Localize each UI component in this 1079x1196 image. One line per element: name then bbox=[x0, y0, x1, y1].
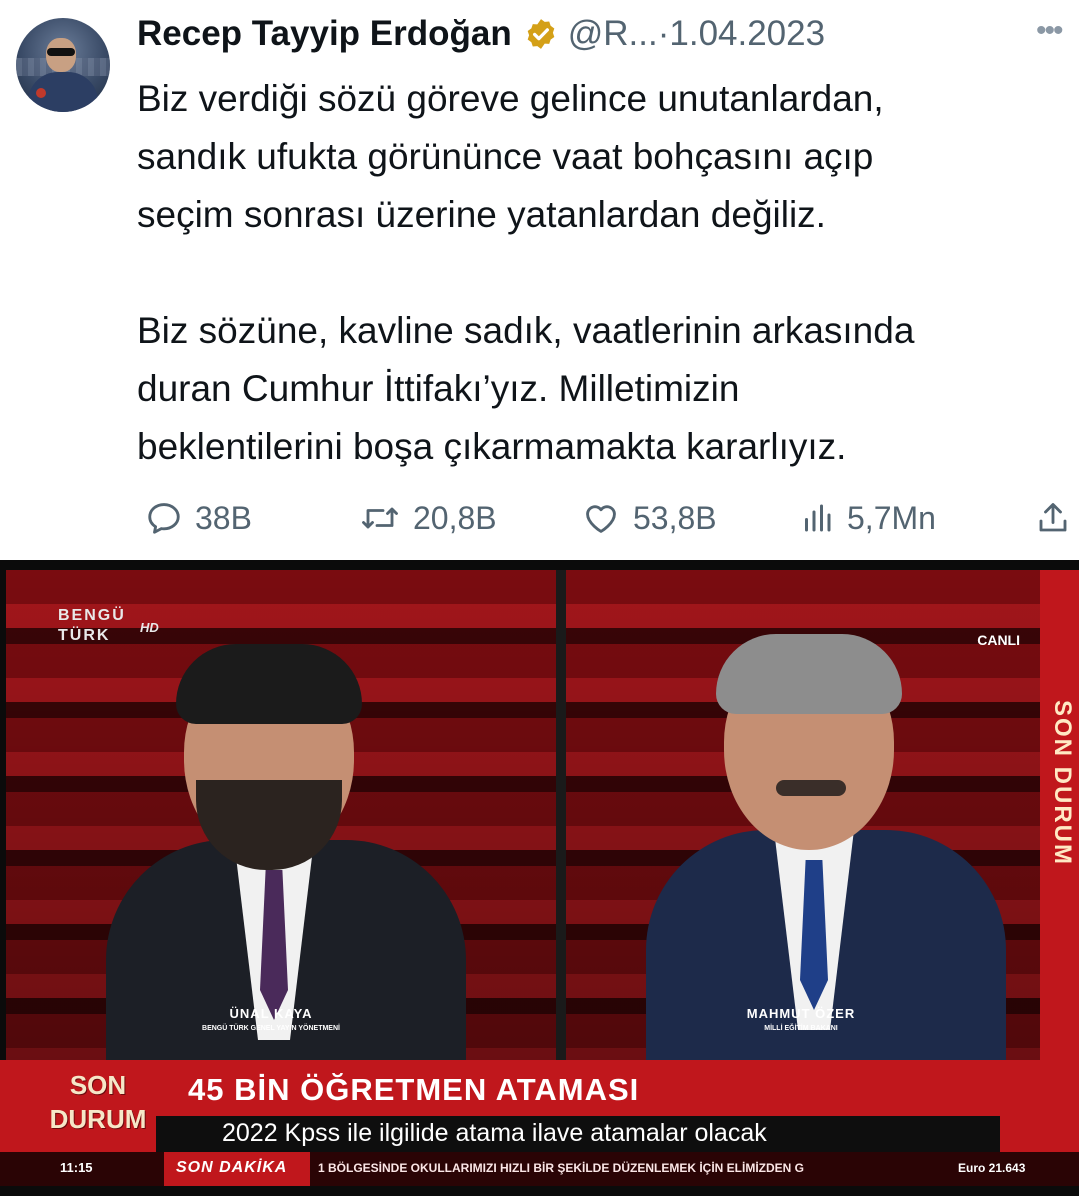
tweet-date[interactable]: 1.04.2023 bbox=[669, 14, 825, 54]
like-count: 53,8B bbox=[633, 499, 717, 536]
guest-right-caption: MAHMUT ÖZER MİLLİ EĞİTİM BAKANI bbox=[726, 1006, 876, 1032]
guest-right-hair bbox=[716, 634, 902, 714]
left-camera-panel: BENGÜ TÜRK HD ÜNAL KAYA BENGÜ TÜRK GENEL… bbox=[6, 570, 556, 1060]
panel-divider bbox=[556, 570, 566, 1060]
tweet-actions: 38B 20,8B 53,8B 5,7Mn bbox=[137, 492, 1079, 544]
news-subline: 2022 Kpss ile ilgilide atama ilave atama… bbox=[222, 1119, 767, 1147]
subline-bar: 2022 Kpss ile ilgilide atama ilave atama… bbox=[156, 1116, 1000, 1152]
author-name[interactable]: Recep Tayyip Erdoğan bbox=[137, 14, 512, 54]
avatar-patch bbox=[36, 88, 46, 98]
retweet-count: 20,8B bbox=[413, 499, 497, 536]
guest-right-name: MAHMUT ÖZER bbox=[746, 1006, 856, 1021]
views-button[interactable]: 5,7Mn bbox=[799, 492, 936, 544]
guest-left-figure bbox=[66, 640, 486, 1060]
tv-broadcast-image: BENGÜ TÜRK HD ÜNAL KAYA BENGÜ TÜRK GENEL… bbox=[0, 560, 1079, 1196]
like-button[interactable]: 53,8B bbox=[581, 492, 717, 544]
son-durum-badge: SON DURUM bbox=[44, 1068, 152, 1136]
broadcast-clock: 11:15 bbox=[60, 1160, 93, 1175]
channel-hd-label: HD bbox=[140, 620, 159, 635]
ticker-text: 1 BÖLGESİNDE OKULLARIMIZI HIZLI BİR ŞEKİ… bbox=[318, 1161, 805, 1175]
retweet-button[interactable]: 20,8B bbox=[359, 492, 497, 544]
guest-left-caption: ÜNAL KAYA BENGÜ TÜRK GENEL YAYIN YÖNETME… bbox=[176, 1006, 366, 1032]
guest-right-title: MİLLİ EĞİTİM BAKANI bbox=[764, 1025, 838, 1032]
guest-left-hair bbox=[176, 644, 362, 724]
views-count: 5,7Mn bbox=[847, 499, 936, 536]
badge-line2: DURUM bbox=[49, 1104, 147, 1134]
right-camera-panel: CANLI MAHMUT ÖZER MİLLİ EĞİTİM BAKANI bbox=[566, 570, 1040, 1060]
side-banner-text: SON DURUM bbox=[1049, 700, 1076, 866]
share-icon bbox=[1035, 499, 1071, 537]
guest-left-name: ÜNAL KAYA bbox=[229, 1006, 313, 1021]
tweet-paragraph: Biz sözüne, kavline sadık, vaatlerinin a… bbox=[137, 310, 915, 467]
guest-right-figure bbox=[606, 630, 1026, 1060]
avatar-sunglasses bbox=[47, 48, 75, 56]
side-banner: SON DURUM bbox=[1040, 570, 1079, 1060]
views-icon bbox=[799, 499, 835, 537]
channel-logo-line1: BENGÜ bbox=[58, 607, 126, 624]
share-button[interactable] bbox=[1035, 492, 1071, 544]
breaking-label: SON DAKİKA bbox=[164, 1152, 310, 1186]
reply-icon bbox=[145, 499, 183, 537]
tweet-header: Recep Tayyip Erdoğan @R... · 1.04.2023 bbox=[137, 12, 825, 56]
retweet-icon bbox=[359, 499, 401, 537]
lower-third: SON DURUM 45 BİN ÖĞRETMEN ATAMASI 2022 K… bbox=[0, 1060, 1079, 1152]
tweet-text: Biz verdiği sözü göreve gelince unutanla… bbox=[137, 70, 1079, 476]
guest-left-title: BENGÜ TÜRK GENEL YAYIN YÖNETMENİ bbox=[202, 1025, 340, 1032]
verified-badge-icon bbox=[524, 17, 558, 51]
author-handle[interactable]: @R... bbox=[568, 14, 658, 54]
bottom-strip bbox=[0, 1186, 1079, 1196]
tweet-paragraph: Biz verdiği sözü göreve gelince unutanla… bbox=[137, 78, 884, 235]
tweet-card: Recep Tayyip Erdoğan @R... · 1.04.2023 •… bbox=[0, 0, 1079, 560]
reply-count: 38B bbox=[195, 499, 252, 536]
badge-line1: SON bbox=[69, 1070, 127, 1100]
euro-rate: Euro 21.643 bbox=[958, 1161, 1026, 1175]
news-ticker: 11:15 SON DAKİKA 1 BÖLGESİNDE OKULLARIMI… bbox=[0, 1152, 1079, 1186]
author-avatar[interactable] bbox=[16, 18, 110, 112]
guest-right-mustache bbox=[776, 780, 846, 796]
breaking-label-text: SON DAKİKA bbox=[176, 1159, 288, 1176]
like-icon bbox=[581, 499, 621, 537]
reply-button[interactable]: 38B bbox=[145, 492, 252, 544]
more-icon[interactable]: ••• bbox=[1036, 14, 1063, 48]
news-headline: 45 BİN ÖĞRETMEN ATAMASI bbox=[188, 1072, 640, 1107]
header-separator: · bbox=[657, 14, 670, 53]
